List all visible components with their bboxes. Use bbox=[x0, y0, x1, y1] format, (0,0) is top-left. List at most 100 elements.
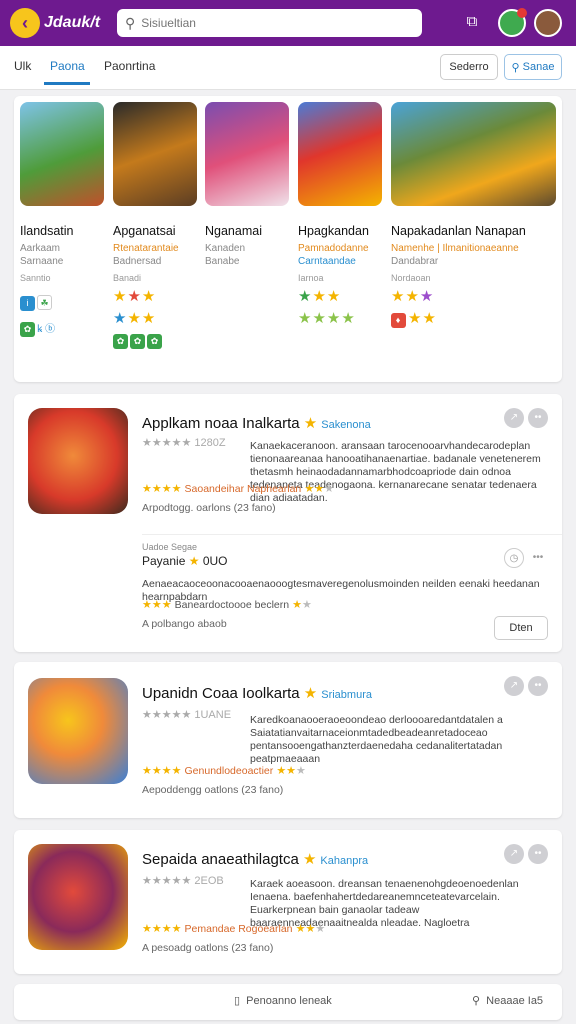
sort-button[interactable]: Sederro bbox=[440, 54, 498, 80]
app-title-text: Sepaida anaeathilagtca bbox=[142, 851, 299, 868]
tabs-row: Ulk Paona Paonrtina Sederro ⚲ Sanae bbox=[0, 46, 576, 90]
star-icon: ★ bbox=[188, 554, 200, 568]
app-icon[interactable] bbox=[28, 678, 128, 784]
search-small-icon: ⚲ bbox=[511, 61, 523, 74]
bottom-left-label: Penoanno leneak bbox=[246, 995, 332, 1007]
page-icon: ▯ bbox=[234, 995, 247, 1007]
featured-category: Badnersad bbox=[113, 256, 162, 267]
featured-title: Apganatsai bbox=[113, 224, 176, 238]
app-title[interactable]: Applkam noaa Inalkarta ★ Sakenona bbox=[142, 414, 371, 432]
search-filter-label: Sanae bbox=[522, 61, 555, 73]
game-thumbnail[interactable] bbox=[20, 102, 104, 206]
tab-indicator bbox=[44, 82, 90, 85]
share-icon[interactable]: ↗ bbox=[504, 676, 524, 696]
featured-category: Sarnaane bbox=[20, 256, 64, 267]
flower-icon: ✿ bbox=[147, 334, 162, 349]
star-rating: ♦ ★★ bbox=[391, 309, 561, 328]
app-tag: Kahanpra bbox=[320, 855, 369, 867]
more-icon[interactable]: •• bbox=[528, 408, 548, 428]
rating-row: ★★★★★ 1280Z bbox=[142, 437, 226, 449]
clock-icon[interactable]: ◷ bbox=[504, 548, 524, 568]
divider bbox=[142, 534, 562, 535]
featured-item[interactable]: Nganamai Kanaden Banabe bbox=[205, 102, 305, 267]
open-button[interactable]: Dten bbox=[494, 616, 548, 640]
featured-developer: Kanaden bbox=[205, 243, 246, 254]
fire-icon: ♦ bbox=[391, 313, 406, 328]
star-icon: ★ bbox=[302, 851, 317, 868]
search-input[interactable] bbox=[141, 16, 402, 30]
featured-category: Banabe bbox=[205, 256, 240, 267]
more-icon[interactable]: ••• bbox=[528, 548, 548, 568]
app-title-text: Upanidn Coaa Ioolkarta bbox=[142, 685, 300, 702]
tab-active[interactable]: Paona bbox=[50, 59, 85, 73]
sub-tagline-text: Baneardoctoooe beclern bbox=[174, 599, 290, 611]
app-tag: Sakenona bbox=[321, 419, 371, 431]
info-icon: i bbox=[20, 296, 35, 311]
tab-third[interactable]: Paonrtina bbox=[104, 59, 155, 73]
game-thumbnail[interactable] bbox=[113, 102, 197, 206]
app-tag: Sriabmura bbox=[321, 689, 372, 701]
rating-row: ★★★★★ 1UANE bbox=[142, 709, 232, 721]
top-app-bar: ‹ Jdauk/t ⚲ ⧉ bbox=[0, 0, 576, 46]
share-icon[interactable]: ⧉ bbox=[462, 13, 482, 33]
featured-item[interactable]: Hpagkandan Pamnadodanne Carntaandae Iarn… bbox=[298, 102, 398, 327]
app-meta: A pesoadg oatlons (23 fano) bbox=[142, 942, 274, 954]
sub-title: Payanie ★ 0UO bbox=[142, 554, 228, 568]
featured-item[interactable]: Napakadanlan Nanapan Namenhe | Ilmanitio… bbox=[391, 102, 561, 328]
featured-developer: Pamnadodanne bbox=[298, 243, 369, 254]
search-icon: ⚲ bbox=[472, 995, 487, 1007]
bottom-right-action[interactable]: ⚲ Neaaae Ia5 bbox=[472, 994, 543, 1007]
bottom-right-label: Neaaae Ia5 bbox=[486, 995, 544, 1007]
search-bar[interactable]: ⚲ bbox=[117, 9, 422, 37]
flower-icon: ✿ bbox=[113, 334, 128, 349]
user-avatar[interactable] bbox=[534, 9, 562, 37]
featured-developer: Aarkaam bbox=[20, 243, 61, 254]
featured-developer: Rtenatarantaie bbox=[113, 243, 179, 254]
featured-title: Napakadanlan Nanapan bbox=[391, 224, 526, 238]
bottom-bar: ▯ Penoanno leneak ⚲ Neaaae Ia5 bbox=[14, 984, 562, 1020]
app-list-card[interactable]: Sepaida anaeathilagtca ★ Kahanpra ↗ •• ★★… bbox=[14, 830, 562, 974]
app-title[interactable]: Upanidn Coaa Ioolkarta ★ Sriabmura bbox=[142, 684, 372, 702]
featured-category: Dandabrar bbox=[391, 256, 439, 267]
game-thumbnail[interactable] bbox=[298, 102, 382, 206]
featured-item[interactable]: Apganatsai Rtenatarantaie Badnersad Bana… bbox=[113, 102, 213, 349]
sub-count: 0UO bbox=[202, 554, 228, 568]
app-tagline: ★★★★ Pemandae Rogoearlan ★★★ bbox=[142, 923, 326, 935]
share-icon[interactable]: ↗ bbox=[504, 844, 524, 864]
back-arrow-icon[interactable]: ‹ bbox=[10, 8, 40, 38]
game-thumbnail[interactable] bbox=[391, 102, 556, 206]
app-title-text: Applkam noaa Inalkarta bbox=[142, 415, 300, 432]
app-list-card[interactable]: Applkam noaa Inalkarta ★ Sakenona ↗ •• ★★… bbox=[14, 394, 562, 652]
featured-carousel: Ilandsatin Aarkaam Sarnaane Sanntio i ☘ ✿… bbox=[14, 96, 562, 382]
share-icon[interactable]: ↗ bbox=[504, 408, 524, 428]
star-rating: ★★★ bbox=[298, 288, 342, 305]
flower-icon: ✿ bbox=[20, 322, 35, 337]
search-filter-button[interactable]: ⚲ Sanae bbox=[504, 54, 562, 80]
more-icon[interactable]: •• bbox=[528, 844, 548, 864]
featured-title: Nganamai bbox=[205, 224, 262, 238]
star-icon: ★ bbox=[303, 685, 318, 702]
app-logo[interactable]: ‹ Jdauk/t bbox=[10, 8, 100, 38]
featured-item[interactable]: Ilandsatin Aarkaam Sarnaane Sanntio i ☘ ✿… bbox=[20, 102, 120, 337]
badge-row: i ☘ bbox=[20, 293, 120, 311]
featured-meta: Iarnoa bbox=[298, 273, 324, 283]
game-thumbnail[interactable] bbox=[205, 102, 289, 206]
more-icon[interactable]: •• bbox=[528, 676, 548, 696]
flower-icon: ✿ bbox=[130, 334, 145, 349]
avatar[interactable] bbox=[498, 8, 527, 37]
app-title[interactable]: Sepaida anaeathilagtca ★ Kahanpra bbox=[142, 850, 368, 868]
rating-row: ★★★★★ 2EOB bbox=[142, 875, 224, 887]
featured-developer: Namenhe | Ilmanitionaeanne bbox=[391, 243, 519, 254]
featured-meta: Nordaoan bbox=[391, 273, 431, 283]
app-list-card[interactable]: Upanidn Coaa Ioolkarta ★ Sriabmura ↗ •• ★… bbox=[14, 662, 562, 818]
star-icon: ★ bbox=[303, 415, 318, 432]
app-icon[interactable] bbox=[28, 844, 128, 950]
app-tagline: ★★★★ Genundlodeoactier ★★★ bbox=[142, 765, 306, 777]
search-icon: ⚲ bbox=[125, 14, 136, 31]
bottom-left-action[interactable]: ▯ Penoanno leneak bbox=[234, 994, 332, 1007]
tab-first[interactable]: Ulk bbox=[14, 59, 31, 73]
app-icon[interactable] bbox=[28, 408, 128, 514]
badge-text: ꝃ ⓑ bbox=[37, 324, 56, 335]
open-button-label: Dten bbox=[509, 622, 533, 634]
badge-row: ✿ ꝃ ⓑ bbox=[20, 319, 120, 337]
